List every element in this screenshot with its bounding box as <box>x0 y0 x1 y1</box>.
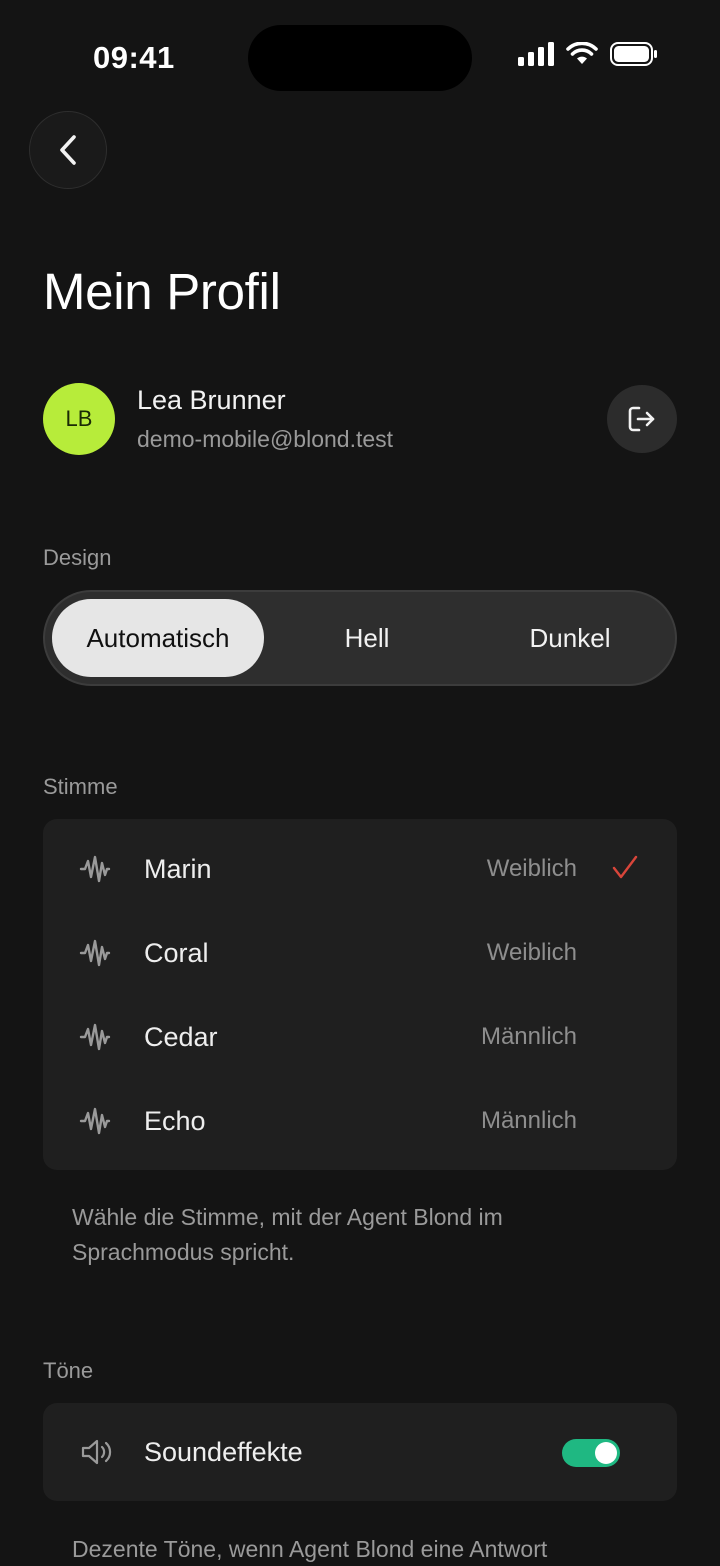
waveform-icon <box>79 1107 111 1135</box>
voice-item-coral[interactable]: Coral Weiblich <box>43 911 677 995</box>
sound-effects-toggle[interactable] <box>562 1439 620 1467</box>
toggle-knob <box>595 1442 617 1464</box>
design-option-dunkel[interactable]: Dunkel <box>470 599 670 677</box>
waveform-icon <box>79 855 111 883</box>
page-title: Mein Profil <box>43 263 281 320</box>
tones-section-label: Töne <box>43 1358 94 1383</box>
voice-help-text: Wähle die Stimme, mit der Agent Blond im… <box>72 1204 503 1265</box>
voice-item-marin[interactable]: Marin Weiblich <box>43 827 677 911</box>
voice-gender: Weiblich <box>486 939 577 966</box>
voice-name: Marin <box>144 853 212 884</box>
avatar-initials: LB <box>65 406 93 431</box>
voice-name: Cedar <box>144 1021 218 1052</box>
voice-item-cedar[interactable]: Cedar Männlich <box>43 995 677 1079</box>
voice-gender: Weiblich <box>486 855 577 882</box>
voice-gender: Männlich <box>480 1107 577 1134</box>
waveform-icon <box>79 939 111 967</box>
avatar: LB <box>43 383 115 455</box>
chevron-left-icon <box>60 135 76 165</box>
voice-section-label: Stimme <box>43 774 118 799</box>
user-email: demo-mobile@blond.test <box>137 426 394 452</box>
status-time: 09:41 <box>93 40 175 75</box>
battery-icon <box>610 42 657 66</box>
voice-name: Coral <box>144 937 209 968</box>
dynamic-island <box>248 25 472 91</box>
voice-list: Marin Weiblich Coral Weiblich Cedar Männ… <box>43 819 677 1170</box>
design-option-automatisch[interactable]: Automatisch <box>52 599 264 677</box>
checkmark-icon <box>612 855 638 879</box>
logout-icon <box>628 406 655 432</box>
cellular-signal-icon <box>518 42 554 66</box>
voice-name: Echo <box>144 1105 206 1136</box>
back-button[interactable] <box>29 111 107 189</box>
voice-gender: Männlich <box>480 1023 577 1050</box>
sound-effects-label: Soundeffekte <box>144 1436 303 1467</box>
waveform-icon <box>79 1023 111 1051</box>
design-section-label: Design <box>43 545 112 570</box>
sound-effects-row: Soundeffekte <box>43 1403 677 1501</box>
wifi-icon <box>566 42 598 64</box>
status-icons <box>518 42 658 66</box>
design-option-hell[interactable]: Hell <box>267 599 467 677</box>
user-name: Lea Brunner <box>137 385 286 415</box>
speaker-icon <box>81 1439 112 1465</box>
design-segmented-control: Automatisch Hell Dunkel <box>43 590 677 686</box>
logout-button[interactable] <box>607 385 677 453</box>
status-bar: 09:41 <box>0 0 720 110</box>
voice-item-echo[interactable]: Echo Männlich <box>43 1079 677 1163</box>
tones-help-text: Dezente Töne, wenn Agent Blond eine Antw… <box>72 1536 548 1562</box>
